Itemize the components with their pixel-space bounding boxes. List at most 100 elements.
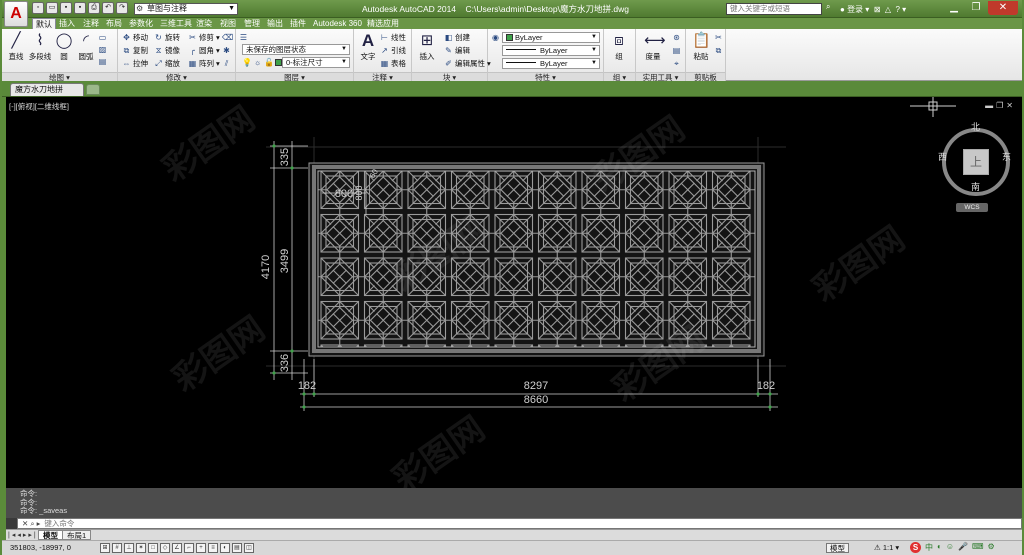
draw-panel-title[interactable]: 绘图 ▾ [2,72,117,82]
undo-icon[interactable]: ↶ [102,2,114,14]
quick-properties-toggle[interactable]: ▤ [232,543,242,553]
circle-button[interactable]: ◯ 圆 [53,32,75,62]
punctuation-icon[interactable]: ◐ [937,542,942,553]
compass-south[interactable]: 南 [971,180,980,193]
dyn-toggle[interactable]: + [196,543,206,553]
erase-tool[interactable]: ⌫ [222,32,233,43]
insert-block-button[interactable]: ⊞ 插入 [416,32,438,62]
tab-output[interactable]: 输出 [264,18,286,29]
ducs-toggle[interactable]: ⌐ [184,543,194,553]
tab-model[interactable]: 模型 [38,530,63,540]
close-icon[interactable]: ✕ ⌕ ▸ [22,519,40,528]
modify-panel-title[interactable]: 修改 ▾ [118,72,235,82]
drawing-viewport[interactable]: 4170 3499 335 336 182 8297 182 8660 800 … [6,97,1022,499]
copy-button[interactable]: ⧉ 复制 [122,45,148,56]
properties-panel-title[interactable]: 特性 ▾ [488,72,603,82]
trim-button[interactable]: ✂ 修剪 ▾ [188,32,220,43]
save-as-icon[interactable]: ▪ [74,2,86,14]
polar-toggle[interactable]: ✶ [136,543,146,553]
application-menu-button[interactable]: A [4,1,28,27]
layout-nav-arrows[interactable]: |◂◂▸▸| [8,531,38,539]
selection-cycling-toggle[interactable]: ◫ [244,543,254,553]
linetype-dropdown[interactable]: ByLayer ▼ [502,45,600,56]
new-tab-button[interactable] [86,84,100,95]
id-point-tool[interactable]: ⌖ [672,58,681,69]
snap-toggle[interactable]: ⊞ [100,543,110,553]
viewport-controls-label[interactable]: [-][俯视][二维线框] [9,101,69,112]
redo-icon[interactable]: ↷ [116,2,128,14]
tab-plugins[interactable]: 插件 [287,18,309,29]
color-dropdown[interactable]: ByLayer ▼ [502,32,600,43]
save-icon[interactable]: ▪ [60,2,72,14]
layer-state-dropdown[interactable]: 未保存的图层状态 ▼ [242,44,350,55]
layer-properties-button[interactable]: ☰ [239,32,248,43]
block-panel-title[interactable]: 块 ▾ [412,72,487,82]
group-button[interactable]: ⧈ 组 [608,32,630,62]
text-button[interactable]: A 文字 [357,32,379,62]
rotate-button[interactable]: ↻ 旋转 [154,32,180,43]
lightbulb-icon[interactable]: 💡 [242,58,252,67]
workspace-dropdown[interactable]: ⚙ 草图与注释 ▼ [134,3,238,15]
tab-3d-tools[interactable]: 三维工具 [157,18,195,29]
measure-button[interactable]: ⟷ 度量 [640,32,666,62]
minimize-button[interactable]: ▁ [944,1,964,15]
open-file-icon[interactable]: ▭ [46,2,58,14]
viewport-window-controls[interactable]: ▬❐✕ [985,101,1016,110]
gradient-tool[interactable]: ▤ [98,56,107,67]
settings-icon[interactable]: ⚙ [988,542,995,553]
wcs-menu[interactable]: WCS [956,203,988,212]
arc-button[interactable]: ◜ 圆弧 [75,32,97,62]
current-layer-dropdown[interactable]: 0-标注尺寸 ▼ [282,57,350,68]
quick-select-tool[interactable]: ⊛ [672,32,681,43]
coordinates-readout[interactable]: 351803, -18997, 0 [10,543,71,552]
otrack-toggle[interactable]: ∠ [172,543,182,553]
viewcube-top-face[interactable]: 上 [963,149,989,175]
paste-button[interactable]: 📋 粘贴 [690,32,712,62]
tab-home[interactable]: 默认 [32,18,56,29]
match-properties-button[interactable]: ◉ [491,32,500,43]
tab-parametric[interactable]: 参数化 [126,18,156,29]
tab-view[interactable]: 视图 [217,18,239,29]
calculator-tool[interactable]: ▤ [672,45,681,56]
tab-manage[interactable]: 管理 [241,18,263,29]
tab-layout1[interactable]: 布局1 [62,530,92,540]
search-icon[interactable]: ⌕ [826,2,830,12]
rectangle-tool[interactable]: ▭ [98,32,107,43]
grid-toggle[interactable]: # [112,543,122,553]
leader-button[interactable]: ↗ 引线 [380,45,406,56]
lineweight-dropdown[interactable]: ByLayer ▼ [502,58,600,69]
mirror-button[interactable]: ⧖ 镜像 [154,45,180,56]
osnap-toggle[interactable]: □ [148,543,158,553]
stretch-button[interactable]: ⇔ 拉伸 [122,58,149,69]
drawing-canvas[interactable]: 4170 3499 335 336 182 8297 182 8660 800 … [6,97,1022,488]
hatch-tool[interactable]: ▨ [98,44,107,55]
line-button[interactable]: ╱ 直线 [5,32,27,62]
model-space-button[interactable]: 模型 [826,543,849,553]
ortho-toggle[interactable]: ⊥ [124,543,134,553]
layers-panel-title[interactable]: 图层 ▾ [236,72,353,82]
sogou-ime-icon[interactable]: S [910,542,921,553]
compass-west[interactable]: 西 [938,150,947,163]
tab-autodesk-360[interactable]: Autodesk 360 [310,18,365,29]
explode-tool[interactable]: ✱ [222,45,231,56]
fillet-button[interactable]: ╭ 圆角 ▾ [188,45,220,56]
sun-icon[interactable]: ☼ [253,58,262,67]
tab-featured-apps[interactable]: 精选应用 [364,18,402,29]
polyline-button[interactable]: ⌇ 多段线 [28,32,52,62]
move-button[interactable]: ✥ 移动 [122,32,148,43]
edit-block-button[interactable]: ✎ 编辑 [444,45,470,56]
ime-mode-label[interactable]: 中 [925,542,933,553]
compass-north[interactable]: 北 [971,120,980,133]
microphone-icon[interactable]: 🎤 [958,542,968,553]
create-block-button[interactable]: ◧ 创建 [444,32,470,43]
clipboard-panel-title[interactable]: 剪贴板 [686,72,725,82]
tab-annotate[interactable]: 注释 [80,18,102,29]
search-input[interactable]: 键入关键字或短语 [726,3,822,15]
scale-button[interactable]: ⤢ 缩放 [154,58,180,69]
plot-icon[interactable]: ⎙ [88,2,100,14]
edit-attributes-button[interactable]: ✐ 编辑属性 ▾ [444,58,491,69]
offset-tool[interactable]: ⫽ [222,58,231,69]
command-input[interactable]: ✕ ⌕ ▸ 键入命令 [17,518,1022,529]
transparency-toggle[interactable]: ◐ [220,543,230,553]
compass-east[interactable]: 东 [1002,150,1011,163]
